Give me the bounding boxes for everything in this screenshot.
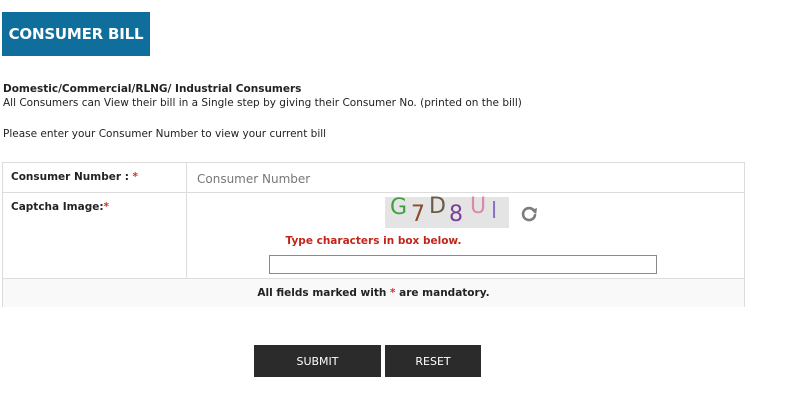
consumer-number-input[interactable] [189,164,749,193]
submit-button[interactable]: SUBMIT [254,345,381,377]
intro-text: Domestic/Commercial/RLNG/ Industrial Con… [3,82,522,110]
consumer-number-label-text: Consumer Number : [11,171,129,183]
consumer-number-row: Consumer Number : * [3,163,749,193]
captcha-char: l [491,199,498,224]
captcha-char: U [470,194,487,219]
instruction-text: Please enter your Consumer Number to vie… [3,128,327,140]
consumer-types-heading: Domestic/Commercial/RLNG/ Industrial Con… [3,83,302,95]
mandatory-note-text: All fields marked with [257,287,390,299]
mandatory-note: All fields marked with * are mandatory. [3,279,744,307]
intro-description: All Consumers can View their bill in a S… [3,97,522,109]
captcha-char: 8 [449,202,463,227]
captcha-input[interactable] [269,255,657,274]
captcha-hint: Type characters in box below. [285,235,462,247]
page-title: CONSUMER BILL [2,12,150,56]
required-mark: * [103,201,110,213]
mandatory-note-text-end: are mandatory. [395,287,490,299]
captcha-char: D [429,194,446,219]
captcha-image: G 7 D 8 U l [385,194,509,228]
captcha-label-text: Captcha Image: [11,201,104,213]
consumer-number-label: Consumer Number : * [3,163,187,192]
reset-button[interactable]: RESET [385,345,481,377]
captcha-row: Captcha Image:* G 7 D 8 U l Type charact… [3,193,744,279]
captcha-char: G [390,195,408,220]
captcha-char: 7 [411,202,425,227]
consumer-bill-form: Consumer Number : * Captcha Image:* G 7 … [2,162,749,307]
required-mark: * [132,171,139,183]
refresh-icon[interactable] [518,203,540,225]
